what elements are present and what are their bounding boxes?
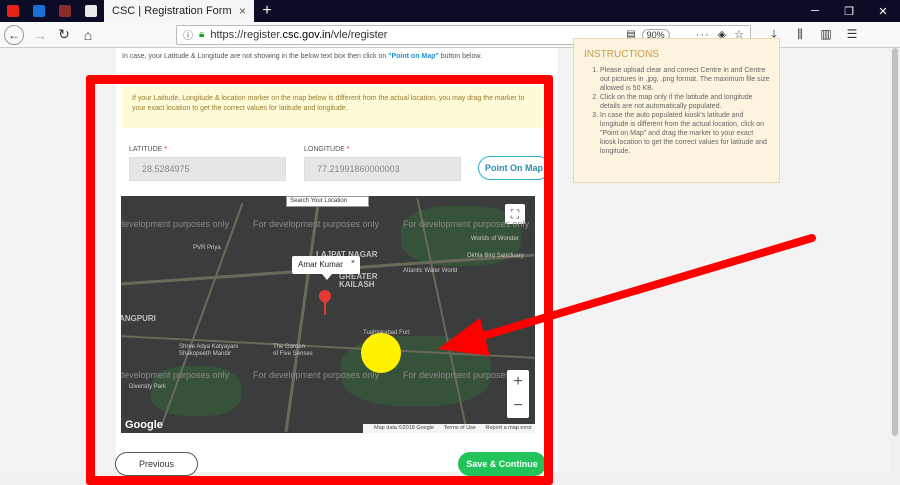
tab-strip: CSC | Registration Form × + ─ ❐ ✕ [0, 0, 900, 22]
instructions-list: Please upload clear and correct Centre i… [584, 66, 771, 156]
instructions-title: INSTRUCTIONS [584, 49, 659, 60]
home-icon: ⌂ [83, 26, 93, 43]
tab-title: CSC | Registration Form [112, 5, 232, 17]
instruction-item: In case the auto populated kiosk's latit… [600, 111, 771, 156]
location-note: In case, your Latitude & Longitude are n… [122, 53, 482, 60]
page-icon [85, 5, 97, 17]
library-icon[interactable]: ⫼ [787, 27, 813, 42]
instructions-panel: INSTRUCTIONS Please upload clear and cor… [573, 38, 780, 183]
tab-csc-registration[interactable]: CSC | Registration Form × [104, 0, 254, 22]
page-scrollbar[interactable] [890, 48, 900, 472]
url-path: /vle/register [330, 28, 388, 41]
reload-icon: ↻ [58, 26, 70, 42]
url-text[interactable]: https://register.csc.gov.in/vle/register [210, 29, 626, 41]
arrow-left-icon: ← [8, 27, 20, 42]
page-viewport: In case, your Latitude & Longitude are n… [0, 38, 890, 485]
tab-youtube[interactable] [0, 0, 26, 22]
close-window-icon[interactable]: ✕ [866, 5, 900, 18]
window-controls: ─ ❐ ✕ [798, 5, 900, 18]
zoho-icon [33, 5, 45, 17]
back-button[interactable]: ← [4, 24, 24, 45]
annotation-red-box [86, 75, 553, 485]
note-text: In case, your Latitude & Longitude are n… [122, 53, 389, 60]
url-prefix: https://register. [210, 28, 283, 41]
instruction-item: Click on the map only if the latitude an… [600, 93, 771, 111]
menu-icon[interactable]: ☰ [839, 27, 865, 42]
scrollbar-thumb[interactable] [892, 48, 898, 436]
tab-page[interactable] [78, 0, 104, 22]
url-domain: csc.gov.in [282, 28, 331, 41]
note-link: "Point on Map" [388, 53, 439, 60]
note-text-end: button below. [438, 53, 482, 60]
sidebar-icon[interactable]: ▥ [813, 27, 839, 42]
arrow-right-icon: → [33, 26, 47, 43]
new-tab-button[interactable]: + [254, 2, 280, 20]
media-icon [59, 5, 71, 17]
instruction-item: Please upload clear and correct Centre i… [600, 66, 771, 93]
tab-media[interactable] [52, 0, 78, 22]
restore-icon[interactable]: ❐ [832, 5, 866, 18]
close-tab-icon[interactable]: × [239, 4, 246, 18]
reload-button[interactable]: ↻ [52, 24, 76, 46]
home-button[interactable]: ⌂ [76, 24, 100, 46]
lock-icon[interactable]: 🔒︎ [199, 29, 204, 40]
tab-zoho[interactable] [26, 0, 52, 22]
minimize-icon[interactable]: ─ [798, 5, 832, 18]
forward-button[interactable]: → [28, 24, 52, 46]
info-icon[interactable]: ⓘ [183, 27, 193, 42]
youtube-icon [7, 5, 19, 17]
